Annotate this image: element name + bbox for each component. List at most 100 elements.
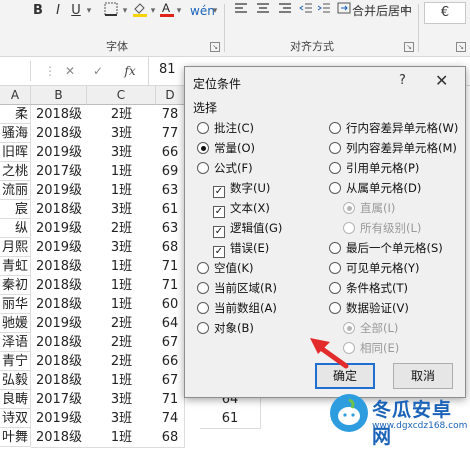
italic-button[interactable]: I (50, 0, 66, 22)
cell-d[interactable]: 61 (156, 200, 185, 220)
align-dialog-launcher-icon[interactable]: ↘ (404, 42, 414, 52)
radio-option[interactable]: 条件格式(T) (329, 279, 408, 297)
radio-option[interactable]: 常量(O) (197, 139, 255, 157)
cell-a[interactable]: 丽华 (0, 295, 31, 314)
radio-option[interactable]: 数据验证(V) (329, 299, 409, 317)
fill-color-icon[interactable] (130, 0, 150, 22)
cell-b[interactable]: 2018级 (31, 257, 88, 277)
cell-d[interactable]: 63 (156, 219, 185, 239)
cell-c[interactable]: 1班 (87, 428, 157, 448)
cell-d[interactable]: 67 (156, 333, 185, 353)
cell-b[interactable]: 2018级 (31, 333, 88, 353)
align-center-icon[interactable] (254, 0, 272, 22)
cell-d[interactable]: 78 (156, 105, 185, 125)
cell-c[interactable]: 1班 (87, 371, 157, 391)
radio-option[interactable]: 对象(B) (197, 319, 254, 337)
cell-d[interactable]: 68 (156, 238, 185, 258)
name-box[interactable] (0, 61, 31, 81)
font-color-dropdown[interactable]: ▾ (174, 0, 184, 22)
cell-d[interactable]: 74 (156, 409, 185, 429)
number-format-button[interactable]: € (424, 2, 466, 24)
checkbox-option[interactable]: ✓ 错误(E) (213, 239, 269, 258)
cell-a[interactable]: 流丽 (0, 181, 31, 200)
cell-a[interactable]: 宸 (0, 200, 31, 219)
cell-a[interactable]: 诗双 (0, 409, 31, 428)
cell-a[interactable]: 青宁 (0, 352, 31, 371)
cell-d[interactable]: 60 (156, 295, 185, 315)
cell-b[interactable]: 2019级 (31, 219, 88, 239)
border-icon[interactable] (100, 0, 122, 22)
cell-b[interactable]: 2017级 (31, 390, 88, 410)
cell-d[interactable]: 71 (156, 257, 185, 277)
cell-b[interactable]: 2018级 (31, 124, 88, 144)
cancel-entry-button[interactable]: ✕ (60, 61, 80, 81)
column-header-c[interactable]: C (87, 86, 156, 105)
cell-c[interactable]: 3班 (87, 143, 157, 163)
cell-b[interactable]: 2018级 (31, 200, 88, 220)
increase-indent-icon[interactable] (316, 0, 332, 22)
cell-a[interactable]: 旧晖 (0, 143, 31, 162)
cell-c[interactable]: 3班 (87, 409, 157, 429)
cell-d[interactable]: 68 (156, 428, 185, 448)
cell-a[interactable]: 之桃 (0, 162, 31, 181)
column-header-d[interactable]: D (156, 86, 185, 105)
cell-d[interactable]: 64 (156, 314, 185, 334)
font-dialog-launcher-icon[interactable]: ↘ (210, 42, 220, 52)
cell-c[interactable]: 3班 (87, 124, 157, 144)
close-button[interactable]: ✕ (435, 71, 448, 90)
underline-button[interactable]: U (68, 0, 84, 22)
column-header-b[interactable]: B (31, 86, 87, 105)
radio-option[interactable]: 引用单元格(P) (329, 159, 419, 177)
cell-a[interactable]: 骚海 (0, 124, 31, 143)
cell-b[interactable]: 2018级 (31, 371, 88, 391)
cell-a[interactable]: 驰媛 (0, 314, 31, 333)
cell-c[interactable]: 1班 (87, 181, 157, 201)
cell-d[interactable]: 66 (156, 352, 185, 372)
merge-dropdown[interactable]: ▾ (400, 0, 410, 22)
cell-d[interactable]: 66 (156, 143, 185, 163)
align-right-icon[interactable] (276, 0, 294, 22)
radio-option[interactable]: 当前数组(A) (197, 299, 277, 317)
cell-e-partial[interactable]: 61 (200, 409, 261, 429)
cell-c[interactable]: 1班 (87, 162, 157, 182)
radio-option[interactable]: 空值(K) (197, 259, 254, 277)
column-header-a[interactable]: A (0, 86, 31, 105)
cell-a[interactable]: 泽语 (0, 333, 31, 352)
cell-c[interactable]: 1班 (87, 295, 157, 315)
cell-a[interactable]: 秦初 (0, 276, 31, 295)
cell-c[interactable]: 1班 (87, 276, 157, 296)
cell-d[interactable]: 63 (156, 181, 185, 201)
cancel-button[interactable]: 取消 (393, 363, 453, 389)
cell-c[interactable]: 2班 (87, 105, 157, 125)
cell-c[interactable]: 3班 (87, 390, 157, 410)
radio-option[interactable]: 当前区域(R) (197, 279, 277, 297)
radio-option[interactable]: 可见单元格(Y) (329, 259, 420, 277)
cell-b[interactable]: 2019级 (31, 238, 88, 258)
radio-option[interactable]: 公式(F) (197, 159, 253, 177)
radio-option[interactable]: 列内容差异单元格(M) (329, 139, 457, 157)
cell-b[interactable]: 2017级 (31, 162, 88, 182)
phonetic-dropdown[interactable]: ▾ (210, 0, 220, 22)
underline-dropdown[interactable]: ▾ (84, 0, 94, 22)
cell-a[interactable]: 弘毅 (0, 371, 31, 390)
cell-a[interactable]: 纵 (0, 219, 31, 238)
cell-d[interactable]: 71 (156, 390, 185, 410)
radio-option[interactable]: 最后一个单元格(S) (329, 239, 443, 257)
cell-b[interactable]: 2018级 (31, 428, 88, 448)
cell-d[interactable]: 71 (156, 276, 185, 296)
cell-b[interactable]: 2018级 (31, 295, 88, 315)
radio-option[interactable]: 批注(C) (197, 119, 254, 137)
cell-b[interactable]: 2019级 (31, 181, 88, 201)
cell-c[interactable]: 2班 (87, 314, 157, 334)
cell-a[interactable]: 叶舞 (0, 428, 31, 447)
cell-b[interactable]: 2019级 (31, 409, 88, 429)
merge-center-icon[interactable] (336, 0, 352, 22)
cell-b[interactable]: 2018级 (31, 352, 88, 372)
checkbox-option[interactable]: ✓ 逻辑值(G) (213, 219, 282, 238)
confirm-entry-button[interactable]: ✓ (88, 61, 108, 81)
cell-a[interactable]: 良畴 (0, 390, 31, 409)
cell-c[interactable]: 2班 (87, 352, 157, 372)
cell-a[interactable]: 柔 (0, 105, 31, 124)
cell-a[interactable]: 青虹 (0, 257, 31, 276)
radio-option[interactable]: 从属单元格(D) (329, 179, 421, 197)
